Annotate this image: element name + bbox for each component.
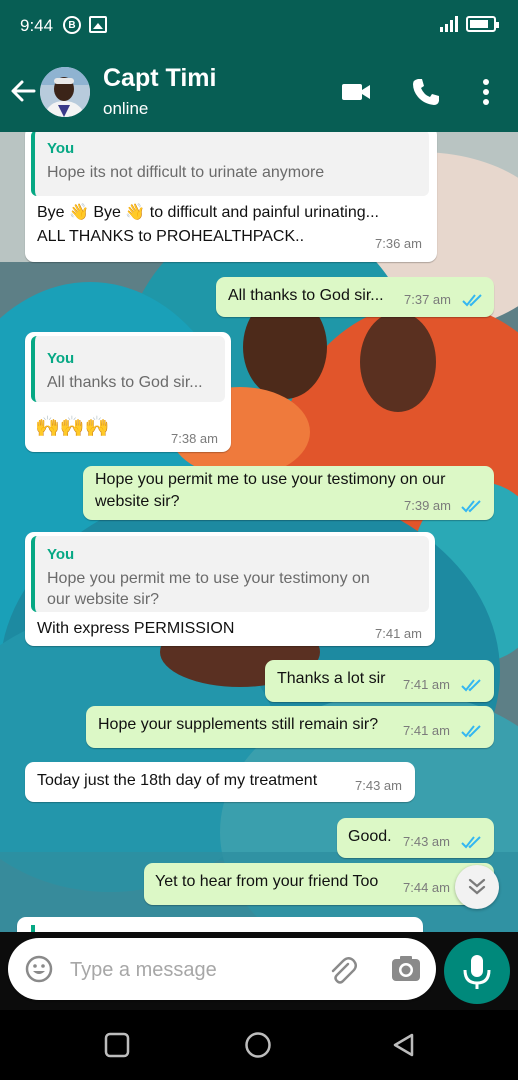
quote-author: You <box>47 140 75 157</box>
message-text: Yet to hear from your friend Too <box>155 873 379 890</box>
status-notification-icons: B <box>63 16 107 34</box>
b-badge-icon: B <box>63 16 81 34</box>
back-arrow-icon[interactable] <box>8 76 38 106</box>
scroll-to-bottom-button[interactable] <box>455 865 499 909</box>
signal-icon <box>440 16 458 32</box>
message-bubble-outgoing[interactable]: Hope your supplements still remain sir? … <box>86 706 494 748</box>
voice-record-button[interactable] <box>444 938 510 1004</box>
mic-icon <box>463 955 491 989</box>
message-text: ALL THANKS to PROHEALTHPACK.. <box>37 228 305 245</box>
message-bubble-outgoing[interactable]: Thanks a lot sir 7:41 am <box>265 660 494 702</box>
status-time: 9:44 <box>20 16 54 35</box>
message-time: 7:36 am <box>375 236 422 251</box>
chevron-double-down-icon <box>468 878 486 895</box>
read-ticks-icon <box>461 679 481 692</box>
read-ticks-icon <box>462 294 482 307</box>
quote-text: Hope you permit me to use your testimony… <box>47 570 370 587</box>
message-text: Hope your supplements still remain sir? <box>98 716 379 733</box>
status-bar: 9:44 B <box>0 0 518 52</box>
contact-name[interactable]: Capt Timi <box>103 64 216 93</box>
status-system-icons <box>440 16 499 32</box>
message-compose-field[interactable] <box>8 938 436 1000</box>
message-text: Thanks a lot sir <box>277 670 386 687</box>
message-bubble-outgoing[interactable]: Hope you permit me to use your testimony… <box>83 466 494 520</box>
chat-header: Capt Timi online <box>0 52 518 132</box>
quote-text: our website sir? <box>47 591 160 608</box>
quote-author: You <box>47 546 75 563</box>
message-text: Bye 👋 Bye 👋 to difficult and painful uri… <box>37 204 379 221</box>
message-time: 7:39 am <box>404 498 451 513</box>
recents-square-icon[interactable] <box>104 1032 130 1058</box>
message-time: 7:43 am <box>403 834 450 849</box>
quoted-message[interactable]: You Hope you permit me to use your testi… <box>31 536 429 612</box>
message-bubble-incoming[interactable]: Today just the 18th day of my treatment … <box>25 762 415 802</box>
home-circle-icon[interactable] <box>244 1031 272 1059</box>
message-bubble-outgoing[interactable]: Good. 7:43 am <box>337 818 494 858</box>
read-ticks-icon <box>461 725 481 738</box>
message-input[interactable] <box>70 956 310 984</box>
message-bubble-outgoing[interactable]: All thanks to God sir... 7:37 am <box>216 277 494 317</box>
back-triangle-icon[interactable] <box>390 1032 416 1058</box>
video-call-icon[interactable] <box>340 76 372 108</box>
avatar[interactable] <box>40 67 90 117</box>
message-text: Good. <box>348 828 392 845</box>
message-bubble-outgoing[interactable]: Yet to hear from your friend Too 7:44 am <box>144 863 494 905</box>
phone-icon[interactable] <box>410 76 442 108</box>
message-text: Today just the 18th day of my treatment <box>37 772 318 789</box>
message-time: 7:41 am <box>375 626 422 641</box>
contact-status: online <box>103 99 149 118</box>
camera-icon[interactable] <box>390 955 422 983</box>
quoted-message[interactable]: You Hope its not difficult to urinate an… <box>31 132 429 196</box>
message-text: Hope you permit me to use your testimony… <box>95 471 446 488</box>
message-text: website sir? <box>95 493 180 510</box>
message-bubble-incoming[interactable]: You Hope you permit me to use your testi… <box>25 532 435 646</box>
image-icon <box>89 16 107 33</box>
chat-area[interactable]: You Hope its not difficult to urinate an… <box>0 132 518 932</box>
message-emoji: 🙌🙌🙌 <box>35 416 110 438</box>
message-time: 7:37 am <box>404 292 451 307</box>
attach-icon[interactable] <box>326 954 358 986</box>
message-bubble-incoming-partial[interactable] <box>17 917 423 932</box>
message-time: 7:38 am <box>171 431 218 446</box>
quote-author: You <box>47 350 75 367</box>
quote-bar <box>31 925 35 932</box>
message-time: 7:44 am <box>403 880 450 895</box>
battery-icon <box>466 16 499 32</box>
read-ticks-icon <box>461 836 481 849</box>
message-time: 7:43 am <box>355 778 402 793</box>
quote-text: Hope its not difficult to urinate anymor… <box>47 164 325 181</box>
message-text: With express PERMISSION <box>37 620 235 637</box>
system-nav-bar <box>0 1010 518 1080</box>
message-input-bar <box>0 932 518 1010</box>
more-vert-icon[interactable] <box>470 76 502 108</box>
message-bubble-incoming[interactable]: You Hope its not difficult to urinate an… <box>25 132 437 262</box>
emoji-icon[interactable] <box>24 954 54 984</box>
quote-text: All thanks to God sir... <box>47 374 203 391</box>
message-bubble-incoming[interactable]: You All thanks to God sir... 🙌🙌🙌 7:38 am <box>25 332 231 452</box>
message-time: 7:41 am <box>403 723 450 738</box>
read-ticks-icon <box>461 500 481 513</box>
message-time: 7:41 am <box>403 677 450 692</box>
quoted-message[interactable]: You All thanks to God sir... <box>31 336 225 402</box>
message-text: All thanks to God sir... <box>228 287 384 304</box>
